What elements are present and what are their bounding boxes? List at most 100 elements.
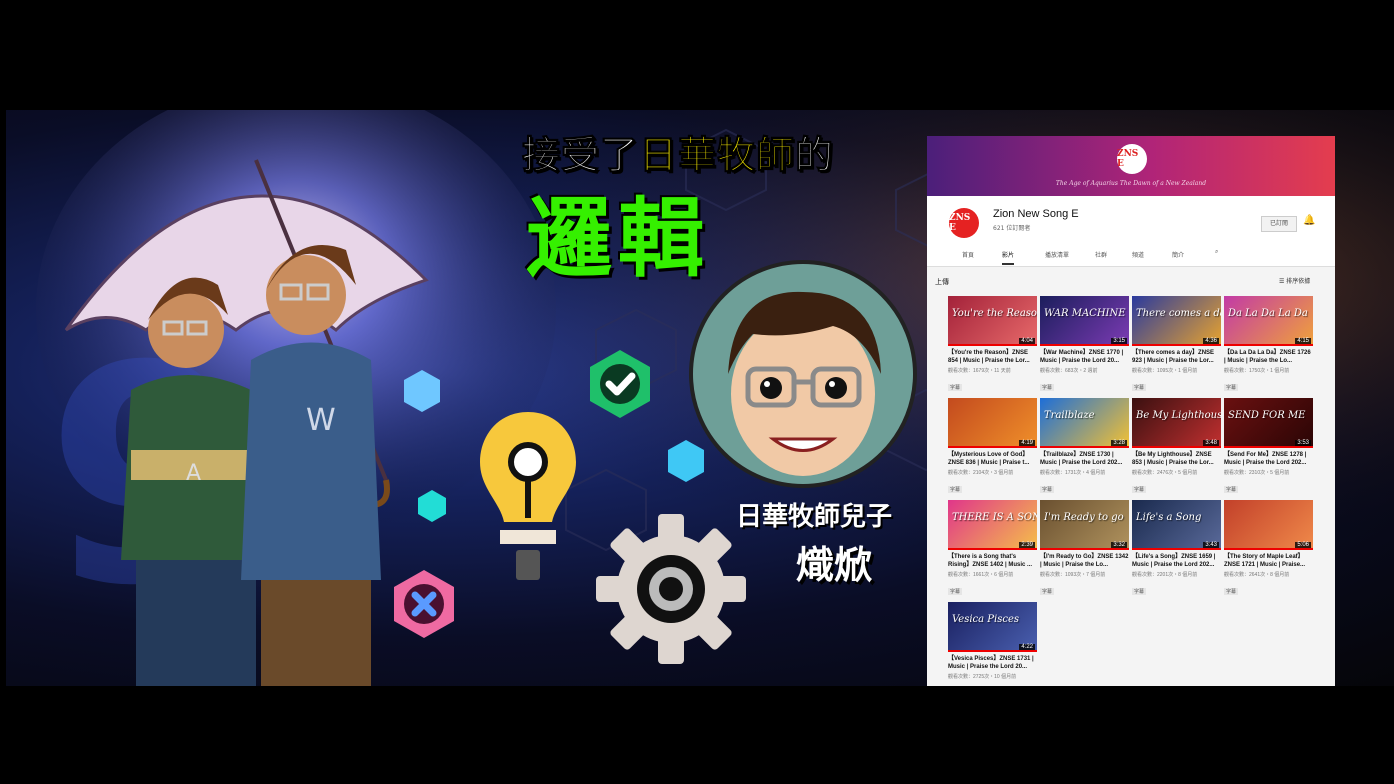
section-title: 上傳 — [935, 278, 949, 286]
watched-progress-bar — [948, 650, 1037, 652]
tab-1[interactable]: 影片 — [1002, 250, 1015, 265]
subscribe-button[interactable]: 已訂閱 — [1261, 216, 1297, 232]
video-meta: 觀看次數：2476次・5 個月前 — [1132, 470, 1198, 476]
video-thumbnail[interactable]: 4:19 — [948, 398, 1037, 448]
subtitle-badge: 字幕 — [1132, 384, 1147, 391]
watched-progress-bar — [1132, 446, 1221, 448]
thumbnail-text: Trailblaze — [1044, 410, 1095, 421]
video-thumbnail[interactable]: Trailblaze 3:28 — [1040, 398, 1129, 448]
lightbulb-icon — [480, 412, 576, 580]
subtitle-badge: 字幕 — [948, 384, 963, 391]
video-card[interactable]: You're the Reason 4:04 【You're the Reason】… — [948, 296, 1037, 394]
video-card[interactable]: 5:06 【The Story of Maple Leaf】ZNSE 1721 |… — [1224, 500, 1313, 598]
watched-progress-bar — [948, 548, 1037, 550]
video-thumbnail[interactable]: There comes a day4:36 — [1132, 296, 1221, 346]
svg-text:W: W — [306, 403, 336, 438]
video-meta: 觀看次數：2201次・8 個月前 — [1132, 572, 1198, 578]
watched-progress-bar — [1224, 548, 1313, 550]
subtitle-badge: 字幕 — [1040, 384, 1055, 391]
creator-name: 熾焮 — [796, 543, 873, 587]
video-card[interactable]: Be My Lighthouse 3:48 【Be My Lighthouse】ZN… — [1132, 398, 1221, 496]
video-meta: 觀看次數：2641次・8 個月前 — [1224, 572, 1290, 578]
subtitle-badge: 字幕 — [1224, 588, 1239, 595]
video-thumbnail[interactable]: Be My Lighthouse 3:48 — [1132, 398, 1221, 448]
video-title[interactable]: 【Vesica Pisces】ZNSE 1731 | Music | Prais… — [948, 655, 1037, 671]
video-card[interactable]: THERE IS A SONG2:39 【There is a Song that… — [948, 500, 1037, 598]
youtube-channel-screenshot: ZNS E The Age of Aquarius The Dawn of a … — [927, 136, 1335, 686]
watched-progress-bar — [1224, 344, 1313, 346]
video-title[interactable]: 【The Story of Maple Leaf】ZNSE 1721 | Mus… — [1224, 553, 1313, 569]
video-thumbnail[interactable]: I'm Ready to go 3:32 — [1040, 500, 1129, 550]
video-card[interactable]: There comes a day4:36 【There comes a day】… — [1132, 296, 1221, 394]
video-thumbnail[interactable]: WAR MACHINE 3:15 — [1040, 296, 1129, 346]
watched-progress-bar — [1040, 344, 1129, 346]
thumbnail-text: Life's a Song — [1136, 512, 1202, 523]
subtitle-badge: 字幕 — [948, 486, 963, 493]
video-card[interactable]: Trailblaze 3:28 【Trailblaze】ZNSE 1730 | Mu… — [1040, 398, 1129, 496]
video-meta: 觀看次數：1093次・7 個月前 — [1040, 572, 1106, 578]
tab-5[interactable]: 簡介 — [1172, 250, 1184, 259]
subtitle-badge: 字幕 — [1132, 486, 1147, 493]
channel-name[interactable]: Zion New Song E — [993, 208, 1079, 220]
video-meta: 觀看次數：1679次・11 天前 — [948, 368, 1011, 374]
tab-3[interactable]: 社群 — [1095, 250, 1107, 259]
video-card[interactable]: I'm Ready to go 3:32 【I'm Ready to Go】ZNSE… — [1040, 500, 1129, 598]
video-title[interactable]: 【Mysterious Love of God】ZNSE 836 | Music… — [948, 451, 1037, 467]
subtitle-badge: 字幕 — [948, 588, 963, 595]
video-meta: 觀看次數：2725次・10 個月前 — [948, 674, 1017, 680]
subtitle-badge: 字幕 — [1224, 486, 1239, 493]
video-meta: 觀看次數：1661次・6 個月前 — [948, 572, 1014, 578]
channel-tabs: 首頁 影片 播放清單 社群 頻道 簡介 ⌕ — [927, 244, 1335, 267]
thumbnail-text: Da La Da La Da — [1228, 308, 1308, 319]
tab-4[interactable]: 頻道 — [1132, 250, 1144, 259]
thumbnail-text: Be My Lighthouse — [1136, 410, 1221, 421]
video-title[interactable]: 【War Machine】ZNSE 1770 | Music | Praise … — [1040, 349, 1129, 365]
tab-2[interactable]: 播放清單 — [1045, 250, 1069, 259]
gear-icon — [596, 514, 746, 664]
video-title[interactable]: 【I'm Ready to Go】ZNSE 1342 | Music | Pra… — [1040, 553, 1129, 569]
watched-progress-bar — [1040, 548, 1129, 550]
tab-0[interactable]: 首頁 — [962, 250, 974, 259]
video-meta: 觀看次數：1750次・1 個月前 — [1224, 368, 1290, 374]
video-title[interactable]: 【You're the Reason】ZNSE 854 | Music | Pr… — [948, 349, 1037, 365]
video-card[interactable]: 4:19 【Mysterious Love of God】ZNSE 836 | M… — [948, 398, 1037, 496]
video-title[interactable]: 【Be My Lighthouse】ZNSE 853 | Music | Pra… — [1132, 451, 1221, 467]
video-thumbnail[interactable]: SEND FOR ME 3:53 — [1224, 398, 1313, 448]
watched-progress-bar — [1040, 446, 1129, 448]
video-title[interactable]: 【Trailblaze】ZNSE 1730 | Music | Praise t… — [1040, 451, 1129, 467]
video-card[interactable]: Life's a Song 3:43 【Life's a Song】ZNSE 165… — [1132, 500, 1221, 598]
video-thumbnail[interactable]: Life's a Song 3:43 — [1132, 500, 1221, 550]
watched-progress-bar — [1132, 344, 1221, 346]
video-meta: 觀看次數：683次・2 週前 — [1040, 368, 1098, 374]
video-title[interactable]: 【Life's a Song】ZNSE 1659 | Music | Prais… — [1132, 553, 1221, 569]
channel-avatar[interactable]: ZNS E — [949, 208, 979, 238]
video-thumbnail[interactable]: You're the Reason 4:04 — [948, 296, 1037, 346]
video-thumbnail[interactable]: THERE IS A SONG2:39 — [948, 500, 1037, 550]
video-meta: 觀看次數：1731次・4 個月前 — [1040, 470, 1106, 476]
svg-text:A: A — [186, 461, 201, 486]
video-card[interactable]: WAR MACHINE 3:15 【War Machine】ZNSE 1770 | … — [1040, 296, 1129, 394]
subtitle-badge: 字幕 — [1224, 384, 1239, 391]
video-title[interactable]: 【There comes a day】ZNSE 923 | Music | Pr… — [1132, 349, 1221, 365]
video-card[interactable]: SEND FOR ME 3:53 【Send For Me】ZNSE 1278 | … — [1224, 398, 1313, 496]
banner-logo: ZNS E — [1117, 144, 1147, 174]
video-title[interactable]: 【Da La Da La Da】ZNSE 1726 | Music | Prai… — [1224, 349, 1313, 365]
channel-banner: ZNS E The Age of Aquarius The Dawn of a … — [927, 136, 1335, 196]
thumbnail-text: SEND FOR ME — [1228, 410, 1306, 421]
thumbnail-text: You're the Reason — [952, 308, 1037, 319]
video-card[interactable]: Da La Da La Da 4:15 【Da La Da La Da】ZNSE 1… — [1224, 296, 1313, 394]
search-icon[interactable]: ⌕ — [1215, 248, 1218, 256]
channel-header: ZNS E Zion New Song E 621 位訂閱者 已訂閱 🔔 — [927, 196, 1335, 244]
video-title[interactable]: 【There is a Song that's Rising】ZNSE 1402… — [948, 553, 1037, 569]
video-thumbnail[interactable]: Da La Da La Da 4:15 — [1224, 296, 1313, 346]
video-thumbnail[interactable]: Vesica Pisces 4:22 — [948, 602, 1037, 652]
subscriber-count: 621 位訂閱者 — [993, 225, 1031, 232]
video-thumbnail[interactable]: 5:06 — [1224, 500, 1313, 550]
sort-button[interactable]: ☰ 排序依據 — [1279, 276, 1310, 285]
video-title[interactable]: 【Send For Me】ZNSE 1278 | Music | Praise … — [1224, 451, 1313, 467]
bell-icon[interactable]: 🔔 — [1303, 215, 1315, 226]
video-card[interactable]: Vesica Pisces 4:22 【Vesica Pisces】ZNSE 173… — [948, 602, 1037, 686]
video-meta: 觀看次數：2104次・3 個月前 — [948, 470, 1014, 476]
subtitle-badge: 字幕 — [1040, 588, 1055, 595]
video-meta: 觀看次數：2310次・5 個月前 — [1224, 470, 1290, 476]
